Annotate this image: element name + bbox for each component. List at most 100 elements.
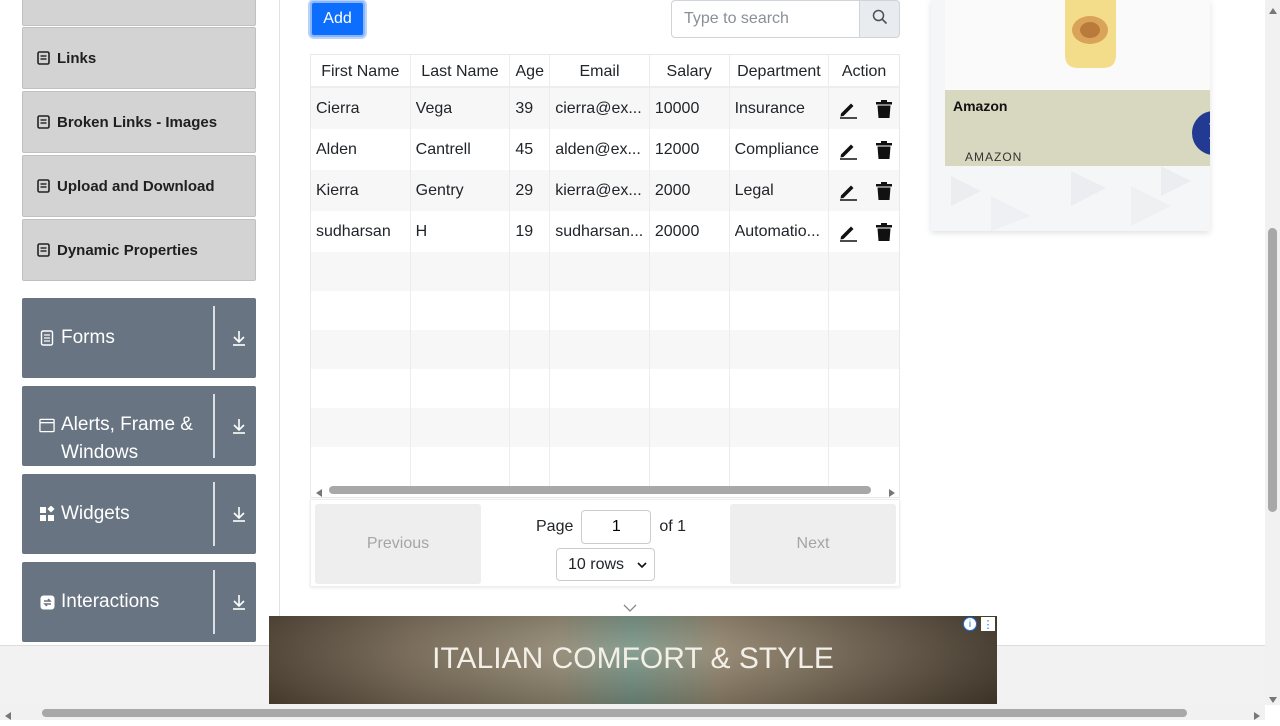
next-button[interactable]: Next [730,504,896,584]
column-header-email[interactable]: Email [550,55,650,88]
delete-icon[interactable] [873,180,895,202]
cell-last-name: Gentry [411,170,511,211]
cell-text: Cierra [316,99,360,117]
download-arrow-icon[interactable] [230,593,248,611]
table-row: Cierra Vega 39 cierra@ex... 10000 Insura… [311,88,899,129]
page-jump-input[interactable] [581,510,652,544]
cell-text: 45 [515,140,534,158]
delete-icon[interactable] [873,139,895,161]
column-header-age[interactable]: Age [510,55,551,88]
table-horizontal-scrollbar[interactable] [310,483,900,497]
download-arrow-icon[interactable] [230,417,248,435]
cell-text: Vega [415,99,453,117]
cell-text: alden@ex... [555,140,641,158]
sidebar-group-widgets[interactable]: Widgets [22,474,256,554]
cell-text: H [415,222,428,240]
scroll-up-arrow-icon[interactable] [1268,3,1278,14]
scrollbar-thumb[interactable] [329,486,871,494]
divider [213,570,215,634]
scroll-down-arrow-icon[interactable] [1268,692,1278,703]
cell-text: Legal [734,181,774,199]
ad-brand: AMAZON [965,150,1023,164]
page-horizontal-scrollbar[interactable] [0,705,1265,720]
sidebar-item-label: Dynamic Properties [57,241,198,259]
sidebar-group-forms[interactable]: Forms [22,298,256,378]
interactions-icon [39,594,55,610]
group-label: Widgets [61,503,130,524]
table-body: Cierra Vega 39 cierra@ex... 10000 Insura… [311,88,899,486]
previous-button[interactable]: Previous [315,504,481,584]
column-header-department[interactable]: Department [730,55,830,88]
empty-row [311,447,899,486]
scrollbar-thumb[interactable] [42,709,1187,717]
cell-first-name: Kierra [311,170,411,211]
scroll-right-arrow-icon[interactable] [1252,708,1262,720]
list-icon [37,243,51,257]
search-button[interactable] [860,0,900,38]
sidebar-item-broken-links[interactable]: Broken Links - Images [22,91,256,153]
table-row: sudharsan H 19 sudharsan... 20000 Automa… [311,211,899,252]
cell-actions [829,129,899,170]
scrollbar-thumb[interactable] [1268,228,1277,512]
scroll-left-arrow-icon[interactable] [3,708,13,720]
cell-department: Automatio... [730,211,830,252]
column-header-last-name[interactable]: Last Name [411,55,511,88]
page-vertical-scrollbar[interactable] [1265,0,1280,705]
delete-icon[interactable] [873,221,895,243]
cell-first-name: sudharsan [311,211,411,252]
banner-advertisement[interactable]: ITALIAN COMFORT & STYLE i ⋮ [269,616,997,704]
cell-first-name: Cierra [311,88,411,129]
divider [213,394,215,458]
cell-text: sudharsan... [555,222,644,240]
column-header-first-name[interactable]: First Name [311,55,411,88]
chevron-down-icon[interactable] [623,600,637,612]
empty-row [311,369,899,408]
ad-info-icon[interactable]: i [963,617,977,631]
list-icon [37,51,51,65]
sidebar-group-interactions[interactable]: Interactions [22,562,256,642]
table-header: First Name Last Name Age Email Salary De… [311,55,899,88]
sidebar-item-dynamic-properties[interactable]: Dynamic Properties [22,219,256,281]
page-label: Page [536,518,574,535]
page-info: Page of 1 [536,510,686,544]
rows-per-page-select[interactable]: 10 rows [556,548,655,581]
edit-icon[interactable] [837,221,859,243]
sidebar-item-label: Broken Links - Images [57,113,218,131]
ad-product-image [945,0,1210,90]
edit-icon[interactable] [837,98,859,120]
pagination: Previous Page of 1 10 rows Next [310,499,900,587]
sidebar-item-links[interactable]: Links [22,27,256,89]
ad-title: Amazon [953,98,1008,114]
cell-text: 39 [515,99,534,117]
sidebar-item-label: Upload and Download [57,177,215,195]
list-icon [37,115,51,129]
sidebar-item-upload-download[interactable]: Upload and Download [22,155,256,217]
edit-icon[interactable] [837,180,859,202]
add-button[interactable]: Add [310,1,365,37]
cell-age: 29 [510,170,551,211]
cell-last-name: Cantrell [411,129,511,170]
column-header-salary[interactable]: Salary [650,55,730,88]
delete-icon[interactable] [873,98,895,120]
sidebar-group-alerts[interactable]: Alerts, Frame & Windows [22,386,256,466]
cell-email: sudharsan... [550,211,650,252]
empty-row [311,252,899,291]
sidebar-item-prev[interactable] [22,0,256,26]
search-input[interactable] [671,0,860,38]
search-icon [872,9,888,30]
column-header-action: Action [841,62,887,80]
cell-age: 45 [510,129,551,170]
side-advertisement[interactable]: Amazon AMAZON [931,0,1210,231]
page-total: of 1 [659,518,687,535]
download-arrow-icon[interactable] [230,505,248,523]
scroll-left-arrow-icon[interactable] [314,485,324,497]
cell-email: kierra@ex... [550,170,650,211]
cell-text: sudharsan [316,222,391,240]
cell-text: Automatio... [734,222,820,240]
divider [213,306,215,370]
cell-age: 19 [510,211,551,252]
download-arrow-icon[interactable] [230,329,248,347]
edit-icon[interactable] [837,139,859,161]
ad-menu-icon[interactable]: ⋮ [981,617,995,631]
scroll-right-arrow-icon[interactable] [887,485,897,497]
